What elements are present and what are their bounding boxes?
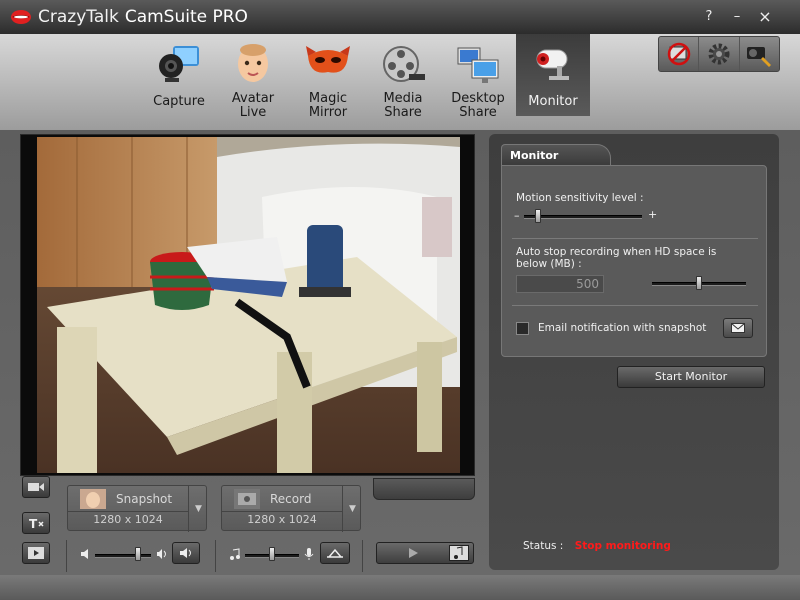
monitor-panel: Monitor Motion sensitivity level : – + A…: [489, 134, 779, 570]
preview-tab-strip: [373, 478, 475, 500]
record-label: Record: [270, 491, 312, 506]
main-area: T Snapshot 1280 x 1024 ▼ Record 1280 x 1…: [0, 130, 800, 575]
microphone-icon: [304, 548, 314, 560]
separator: [362, 540, 363, 572]
tab-magic-mirror[interactable]: Magic Mirror: [291, 34, 365, 120]
security-camera-icon: [536, 49, 569, 80]
title-bar[interactable]: CrazyTalk CamSuite PRO ? – ×: [0, 0, 800, 34]
camera-source-button[interactable]: [22, 476, 50, 498]
audio-settings-button[interactable]: [320, 542, 350, 564]
speaker-icon: [180, 548, 191, 558]
speaker-mute-button[interactable]: [172, 542, 200, 564]
tab-capture[interactable]: Capture: [142, 34, 216, 120]
tab-desktop-share[interactable]: Desktop Share: [441, 34, 515, 120]
snapshot-thumb-icon: [80, 488, 106, 509]
help-button[interactable]: ?: [698, 8, 720, 26]
speaker-low-icon: [81, 549, 88, 559]
film-reel-icon: [383, 46, 425, 82]
snapshot-button[interactable]: Snapshot: [68, 486, 188, 512]
text-overlay-button[interactable]: T: [22, 512, 50, 534]
webcam-off-button[interactable]: [659, 37, 700, 71]
motion-sensitivity-thumb[interactable]: [535, 209, 542, 223]
lips-logo-icon: [11, 10, 31, 24]
auto-stop-value-field[interactable]: 500: [516, 275, 604, 293]
film-play-icon: [28, 547, 44, 559]
snapshot-dropdown-button[interactable]: ▼: [188, 486, 208, 532]
motion-sensitivity-label: Motion sensitivity level :: [516, 192, 644, 204]
video-preview-frame: [20, 134, 475, 476]
video-camera-icon: [28, 483, 44, 491]
speaker-high-icon: [157, 549, 166, 559]
record-film-icon: [234, 488, 260, 509]
volume-slider-track[interactable]: [95, 554, 151, 558]
camera-settings-icon: [747, 47, 772, 67]
volume-slider-thumb[interactable]: [135, 547, 141, 561]
play-icon[interactable]: [407, 547, 419, 559]
separator: [66, 540, 67, 572]
divider: [512, 305, 758, 306]
status-label: Status :: [523, 540, 564, 552]
camera-feed-image: [37, 137, 460, 473]
tab-monitor-label: Monitor: [528, 94, 578, 109]
envelope-icon: [731, 323, 745, 333]
motion-minus-label: –: [514, 209, 520, 222]
tab-avatar-live-label: Avatar Live: [231, 91, 275, 120]
snapshot-resolution: 1280 x 1024: [93, 513, 163, 526]
app-title-brand: CrazyTalk: [38, 7, 119, 27]
snapshot-label: Snapshot: [116, 491, 173, 506]
divider: [512, 238, 758, 239]
email-notification-label: Email notification with snapshot: [538, 322, 707, 334]
footer-bar: [0, 575, 800, 600]
separator: [215, 540, 216, 572]
snapshot-control: Snapshot 1280 x 1024 ▼: [67, 485, 208, 532]
text-tool-icon: T: [29, 517, 44, 530]
gear-icon: [708, 43, 730, 65]
tool-button-group: [658, 36, 780, 72]
camera-settings-button[interactable]: [740, 37, 779, 71]
email-settings-button[interactable]: [723, 318, 753, 338]
email-notification-checkbox[interactable]: [516, 322, 529, 335]
motion-plus-label: +: [648, 208, 658, 221]
record-control: Record 1280 x 1024 ▼: [221, 485, 362, 532]
mask-icon: [306, 46, 350, 73]
music-playlist-button[interactable]: [449, 545, 469, 561]
mode-tab-bar: Capture Avatar Live Magic Mirror Media S…: [0, 34, 800, 130]
media-playback-button[interactable]: [22, 542, 50, 564]
close-button[interactable]: ×: [754, 8, 776, 26]
tab-capture-label: Capture: [153, 94, 205, 109]
tab-avatar-live[interactable]: Avatar Live: [216, 34, 290, 120]
record-button[interactable]: Record: [222, 486, 342, 512]
tab-magic-mirror-label: Magic Mirror: [308, 91, 348, 120]
auto-stop-label: Auto stop recording when HD space is bel…: [516, 246, 717, 270]
mic-slider-thumb[interactable]: [269, 547, 275, 561]
tab-media-share-label: Media Share: [383, 91, 423, 120]
music-note-icon: [454, 546, 463, 559]
baby-avatar-icon: [238, 44, 268, 82]
motion-sensitivity-track[interactable]: [524, 215, 642, 219]
equalizer-icon: [327, 548, 343, 558]
webcam-icon: [159, 46, 199, 82]
monitors-icon: [457, 47, 499, 83]
monitor-panel-tab: Monitor: [501, 144, 611, 166]
record-dropdown-button[interactable]: ▼: [342, 486, 362, 532]
tab-monitor[interactable]: Monitor: [516, 34, 590, 116]
record-resolution: 1280 x 1024: [247, 513, 317, 526]
app-window: CrazyTalk CamSuite PRO ? – × Capture Ava…: [0, 0, 800, 600]
no-webcam-icon: [667, 42, 690, 66]
app-title-product: CamSuite PRO: [124, 7, 248, 27]
tab-desktop-share-label: Desktop Share: [451, 91, 505, 120]
monitor-settings-box: Motion sensitivity level : – + Auto stop…: [501, 165, 767, 357]
auto-stop-slider-thumb[interactable]: [696, 276, 702, 290]
settings-button[interactable]: [699, 37, 740, 71]
minimize-button[interactable]: –: [726, 8, 748, 26]
svg-text:T: T: [29, 517, 38, 530]
status-value: Stop monitoring: [574, 540, 671, 552]
playback-control: [376, 542, 474, 564]
status-line: Status : Stop monitoring: [523, 540, 671, 552]
music-note-icon: [230, 548, 240, 560]
camera-preview[interactable]: [37, 137, 460, 473]
tab-media-share[interactable]: Media Share: [366, 34, 440, 120]
start-monitor-button[interactable]: Start Monitor: [617, 366, 765, 388]
